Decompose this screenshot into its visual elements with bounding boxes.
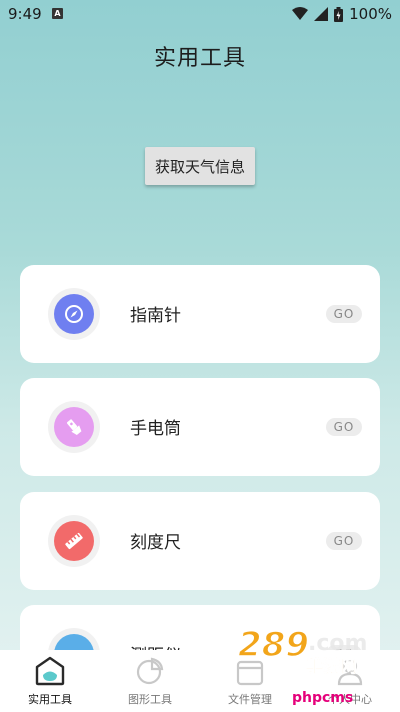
notification-icon: A <box>52 8 63 19</box>
tool-label: 指南针 <box>130 306 181 326</box>
get-weather-button[interactable]: 获取天气信息 <box>145 147 255 185</box>
svg-text:phpcms: phpcms <box>292 690 353 706</box>
svg-text:289: 289 <box>238 625 309 665</box>
nav-item-tools[interactable]: 实用工具 <box>0 650 100 712</box>
watermark-logo: 289 .com 手游网 phpcms <box>238 624 367 706</box>
go-button[interactable]: GO <box>326 305 362 323</box>
tool-label: 刻度尺 <box>130 533 181 553</box>
nav-label: 实用工具 <box>28 693 72 706</box>
signal-icon <box>314 7 329 21</box>
nav-label: 图形工具 <box>128 693 172 706</box>
go-button[interactable]: GO <box>326 532 362 550</box>
compass-icon-wrap <box>48 288 100 340</box>
page-title: 实用工具 <box>153 46 246 71</box>
tool-card-ruler[interactable]: 刻度尺 GO <box>20 492 380 590</box>
flashlight-icon <box>54 407 94 447</box>
tool-card-flashlight[interactable]: 手电筒 GO <box>20 378 380 476</box>
status-time: 9:49 <box>8 5 42 23</box>
home-icon <box>35 656 65 686</box>
ruler-icon <box>54 521 94 561</box>
status-indicators: 100% <box>292 5 392 23</box>
tool-card-compass[interactable]: 指南针 GO <box>20 265 380 363</box>
chart-icon <box>136 657 164 685</box>
compass-icon <box>54 294 94 334</box>
svg-text:手游网: 手游网 <box>306 656 357 677</box>
tool-label: 手电筒 <box>130 419 181 439</box>
battery-level: 100% <box>349 5 392 23</box>
flashlight-icon-wrap <box>48 401 100 453</box>
nav-item-graphics[interactable]: 图形工具 <box>100 650 200 712</box>
battery-icon <box>334 6 344 22</box>
go-button[interactable]: GO <box>326 418 362 436</box>
ruler-icon-wrap <box>48 515 100 567</box>
status-bar: 9:49 A 100% <box>0 0 400 28</box>
svg-text:.com: .com <box>308 631 367 656</box>
wifi-icon <box>292 7 309 20</box>
